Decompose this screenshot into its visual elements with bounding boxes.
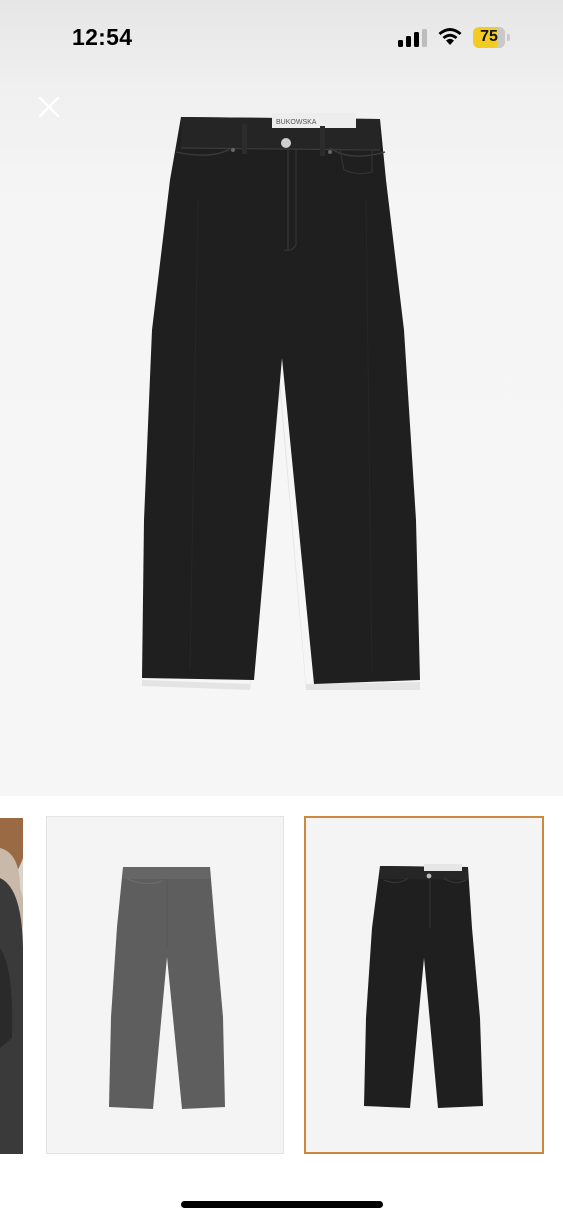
main-product-image[interactable]: BUKOWSKA: [0, 0, 563, 796]
close-icon: [38, 96, 60, 118]
grey-jeans-image: [47, 817, 283, 1153]
cellular-signal-icon: [398, 29, 427, 47]
product-image-viewer: BUKOWSKA 12:54 75: [0, 0, 563, 1219]
wifi-icon: [438, 28, 462, 45]
thumbnail-grey-jeans[interactable]: [46, 816, 284, 1154]
thumbnail-strip: [0, 816, 563, 1156]
close-button[interactable]: [30, 88, 68, 126]
status-time: 12:54: [72, 24, 133, 50]
label-text: BUKOWSKA: [276, 119, 317, 126]
status-bar: 12:54 75: [0, 0, 563, 78]
thumbnail-model-photo[interactable]: [0, 818, 23, 1154]
black-jeans-front-image: BUKOWSKA: [142, 113, 420, 690]
thumbnail-black-jeans[interactable]: [304, 816, 544, 1154]
battery-level: 75: [480, 28, 498, 45]
battery-cap: [507, 34, 510, 41]
battery-icon: 75: [473, 27, 505, 48]
black-jeans-thumb-image: [306, 818, 542, 1152]
battery-indicator: 75: [473, 27, 511, 48]
model-photo-image: [0, 818, 23, 1154]
home-indicator[interactable]: [181, 1201, 383, 1208]
